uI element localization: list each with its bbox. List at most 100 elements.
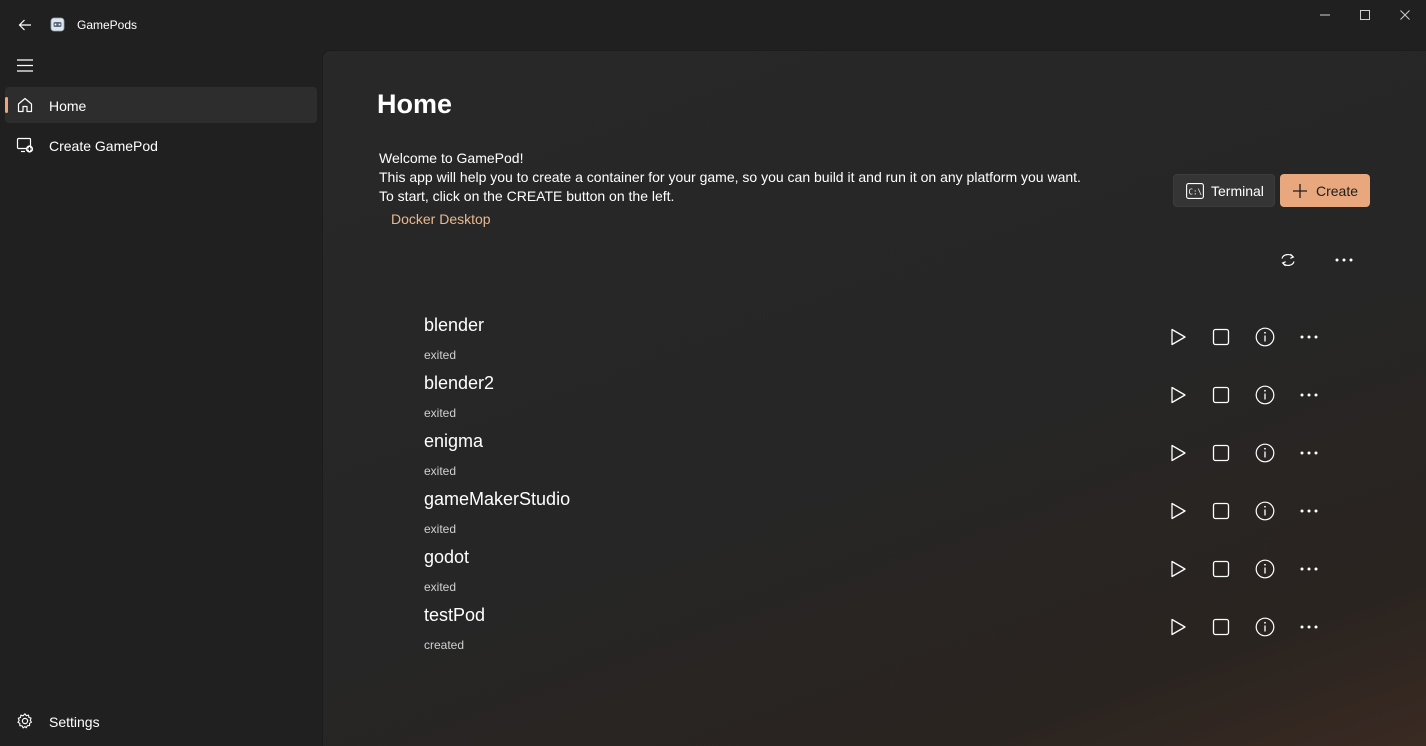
info-button[interactable]: [1251, 323, 1279, 351]
info-icon: [1255, 385, 1275, 405]
more-icon: [1300, 335, 1318, 339]
selection-indicator: [5, 97, 8, 113]
info-button[interactable]: [1251, 439, 1279, 467]
hamburger-menu-icon: [17, 58, 33, 72]
info-icon: [1255, 443, 1275, 463]
more-icon: [1300, 451, 1318, 455]
plus-icon: [1293, 183, 1307, 198]
welcome-line: Welcome to GamePod!: [379, 150, 524, 166]
pod-status: exited: [424, 464, 457, 478]
info-button[interactable]: [1251, 613, 1279, 641]
stop-button[interactable]: [1207, 497, 1235, 525]
close-icon: [1400, 10, 1410, 20]
create-gamepod-icon: [16, 137, 34, 153]
back-arrow-icon: [18, 19, 31, 31]
sidebar-item-label: Settings: [49, 714, 100, 730]
pod-name: blender: [424, 315, 485, 335]
gear-icon: [17, 713, 33, 729]
stop-icon: [1212, 444, 1230, 462]
stop-icon: [1212, 502, 1230, 520]
title-bar: GamePods: [0, 0, 1426, 50]
sidebar-item-home[interactable]: Home: [5, 87, 317, 123]
pod-status: exited: [424, 522, 457, 536]
welcome-line: This app will help you to create a conta…: [379, 169, 1081, 185]
pod-more-button[interactable]: [1295, 613, 1323, 641]
info-icon: [1255, 501, 1275, 521]
pod-row: gameMakerStudio exited: [423, 489, 1323, 547]
pod-more-button[interactable]: [1295, 555, 1323, 583]
pod-more-button[interactable]: [1295, 497, 1323, 525]
stop-button[interactable]: [1207, 381, 1235, 409]
app-title: GamePods: [77, 18, 138, 32]
more-icon: [1300, 625, 1318, 629]
info-icon: [1255, 617, 1275, 637]
gamepods-app-icon: [50, 17, 65, 32]
create-button[interactable]: Create: [1280, 174, 1370, 207]
back-button[interactable]: [14, 15, 36, 35]
stop-button[interactable]: [1207, 439, 1235, 467]
welcome-text: Welcome to GamePod! This app will help y…: [379, 149, 1081, 206]
pod-row: enigma exited: [423, 431, 1323, 489]
more-options-button[interactable]: [1330, 246, 1358, 274]
info-icon: [1255, 327, 1275, 347]
info-icon: [1255, 559, 1275, 579]
home-icon: [17, 97, 33, 113]
pod-more-button[interactable]: [1295, 323, 1323, 351]
pod-name: enigma: [424, 431, 484, 451]
pod-name: godot: [424, 547, 470, 567]
sidebar-item-settings[interactable]: Settings: [5, 703, 317, 739]
stop-icon: [1212, 328, 1230, 346]
stop-button[interactable]: [1207, 323, 1235, 351]
docker-desktop-link[interactable]: Docker Desktop: [391, 211, 491, 227]
terminal-button-label: Terminal: [1211, 182, 1264, 199]
close-button[interactable]: [1393, 6, 1417, 24]
start-button[interactable]: [1164, 555, 1192, 583]
refresh-icon: [1281, 253, 1295, 267]
minimize-button[interactable]: [1313, 6, 1337, 24]
hamburger-menu-button[interactable]: [13, 55, 37, 75]
pod-row: blender exited: [423, 315, 1323, 373]
info-button[interactable]: [1251, 497, 1279, 525]
play-icon: [1171, 502, 1186, 520]
pod-row: testPod created: [423, 605, 1323, 663]
stop-button[interactable]: [1207, 613, 1235, 641]
play-icon: [1171, 618, 1186, 636]
start-button[interactable]: [1164, 323, 1192, 351]
refresh-button[interactable]: [1274, 246, 1302, 274]
start-button[interactable]: [1164, 613, 1192, 641]
start-button[interactable]: [1164, 381, 1192, 409]
main-content: Home Welcome to GamePod! This app will h…: [322, 50, 1426, 746]
stop-icon: [1212, 386, 1230, 404]
start-button[interactable]: [1164, 497, 1192, 525]
more-icon: [1300, 509, 1318, 513]
play-icon: [1171, 560, 1186, 578]
pod-status: created: [424, 638, 465, 652]
more-icon: [1300, 567, 1318, 571]
more-icon: [1335, 258, 1353, 262]
pod-name: gameMakerStudio: [424, 489, 571, 509]
pod-status: exited: [424, 406, 457, 420]
stop-button[interactable]: [1207, 555, 1235, 583]
page-title: Home: [377, 89, 453, 119]
svg-text:C:\: C:\: [1189, 187, 1203, 196]
welcome-line: To start, click on the CREATE button on …: [379, 188, 675, 204]
sidebar-item-label: Create GamePod: [49, 138, 158, 154]
play-icon: [1171, 328, 1186, 346]
terminal-button[interactable]: C:\ Terminal: [1173, 174, 1275, 207]
info-button[interactable]: [1251, 381, 1279, 409]
maximize-button[interactable]: [1353, 6, 1377, 24]
sidebar-item-label: Home: [49, 98, 87, 114]
pod-status: exited: [424, 348, 457, 362]
start-button[interactable]: [1164, 439, 1192, 467]
create-button-label: Create: [1316, 182, 1359, 199]
sidebar-item-create-gamepod[interactable]: Create GamePod: [5, 127, 317, 163]
play-icon: [1171, 444, 1186, 462]
pod-name: blender2: [424, 373, 495, 393]
pod-name: testPod: [424, 605, 486, 625]
stop-icon: [1212, 618, 1230, 636]
pod-more-button[interactable]: [1295, 381, 1323, 409]
pod-more-button[interactable]: [1295, 439, 1323, 467]
play-icon: [1171, 386, 1186, 404]
stop-icon: [1212, 560, 1230, 578]
info-button[interactable]: [1251, 555, 1279, 583]
